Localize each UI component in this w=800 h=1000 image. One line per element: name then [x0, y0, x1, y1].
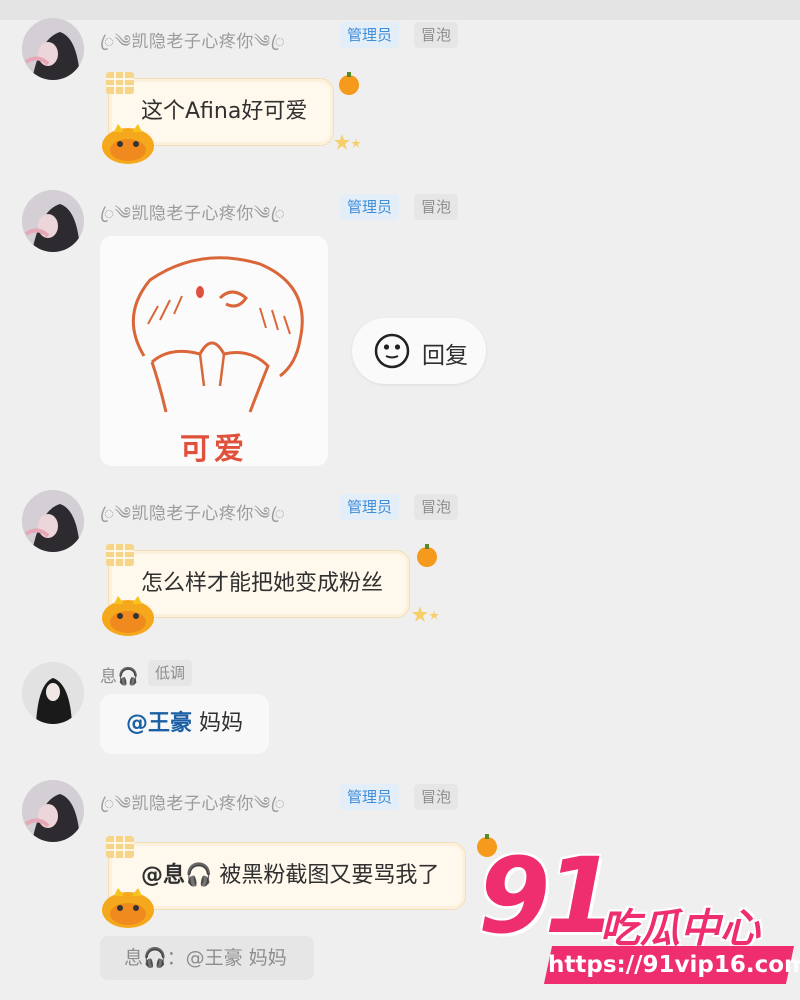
reply-button[interactable]: 回复	[352, 318, 486, 384]
watermark-number: 91	[478, 835, 617, 957]
smiley-icon	[374, 333, 410, 369]
message-bubble[interactable]: @息🎧 被黑粉截图又要骂我了	[108, 842, 467, 910]
avatar[interactable]	[22, 490, 84, 552]
chat-message-4: 息🎧 低调 @王豪 妈妈	[0, 650, 800, 770]
sender-name[interactable]: ꦿ༄凯隐老子心疼你༄ꦿ	[100, 194, 285, 242]
sender-name[interactable]: 息🎧	[100, 662, 139, 687]
level-badge: 冒泡	[414, 494, 459, 520]
cow-mascot-icon	[102, 124, 154, 164]
avatar[interactable]	[22, 780, 84, 842]
sender-name[interactable]: ꦿ༄凯隐老子心疼你༄ꦿ	[100, 784, 285, 832]
grid-decoration-icon	[106, 544, 134, 566]
avatar-image	[22, 190, 84, 252]
orange-decoration-icon	[417, 544, 437, 567]
cow-mascot-icon	[102, 596, 154, 636]
admin-badge: 管理员	[340, 784, 400, 810]
message-text: 这个Afina好可爱	[141, 99, 308, 124]
grid-decoration-icon	[106, 836, 134, 858]
sticker-caption: 可爱	[180, 432, 248, 467]
avatar-image	[22, 18, 84, 80]
star-decoration-icon	[412, 606, 439, 622]
avatar-image	[22, 780, 84, 842]
quoted-message[interactable]: 息🎧：@王豪 妈妈	[100, 936, 314, 980]
chat-message-1: ꦿ༄凯隐老子心疼你༄ꦿ 管理员 冒泡 这个Afina好可爱	[0, 0, 800, 170]
level-badge: 低调	[148, 660, 193, 686]
message-text: 妈妈	[192, 711, 244, 736]
sticker-image[interactable]: 可爱	[100, 236, 328, 467]
sender-name[interactable]: ꦿ༄凯隐老子心疼你༄ꦿ	[100, 22, 285, 70]
admin-badge: 管理员	[340, 194, 400, 220]
grid-decoration-icon	[106, 72, 134, 94]
message-text: 怎么样才能把她变成粉丝	[141, 571, 384, 596]
cow-mascot-icon	[102, 888, 154, 928]
avatar-image	[22, 490, 84, 552]
avatar[interactable]	[22, 190, 84, 252]
message-text: 被黑粉截图又要骂我了	[212, 863, 440, 888]
watermark-url-text: https://91vip16.com	[548, 952, 800, 978]
message-bubble[interactable]: @王豪 妈妈	[100, 694, 270, 754]
level-badge: 冒泡	[414, 784, 459, 810]
star-decoration-icon	[334, 134, 361, 150]
admin-badge: 管理员	[340, 22, 400, 48]
sender-name[interactable]: ꦿ༄凯隐老子心疼你༄ꦿ	[100, 494, 285, 542]
reply-label: 回复	[422, 343, 468, 369]
watermark-url: https://91vip16.com	[543, 946, 800, 984]
level-badge: 冒泡	[414, 22, 459, 48]
avatar-image	[22, 662, 84, 724]
admin-badge: 管理员	[340, 494, 400, 520]
avatar[interactable]	[22, 662, 84, 724]
chat-message-3: ꦿ༄凯隐老子心疼你༄ꦿ 管理员 冒泡 怎么样才能把她变成粉丝	[0, 480, 800, 650]
level-badge: 冒泡	[414, 194, 459, 220]
mention-link[interactable]: @王豪	[126, 711, 192, 736]
avatar[interactable]	[22, 18, 84, 80]
orange-decoration-icon	[339, 72, 359, 95]
